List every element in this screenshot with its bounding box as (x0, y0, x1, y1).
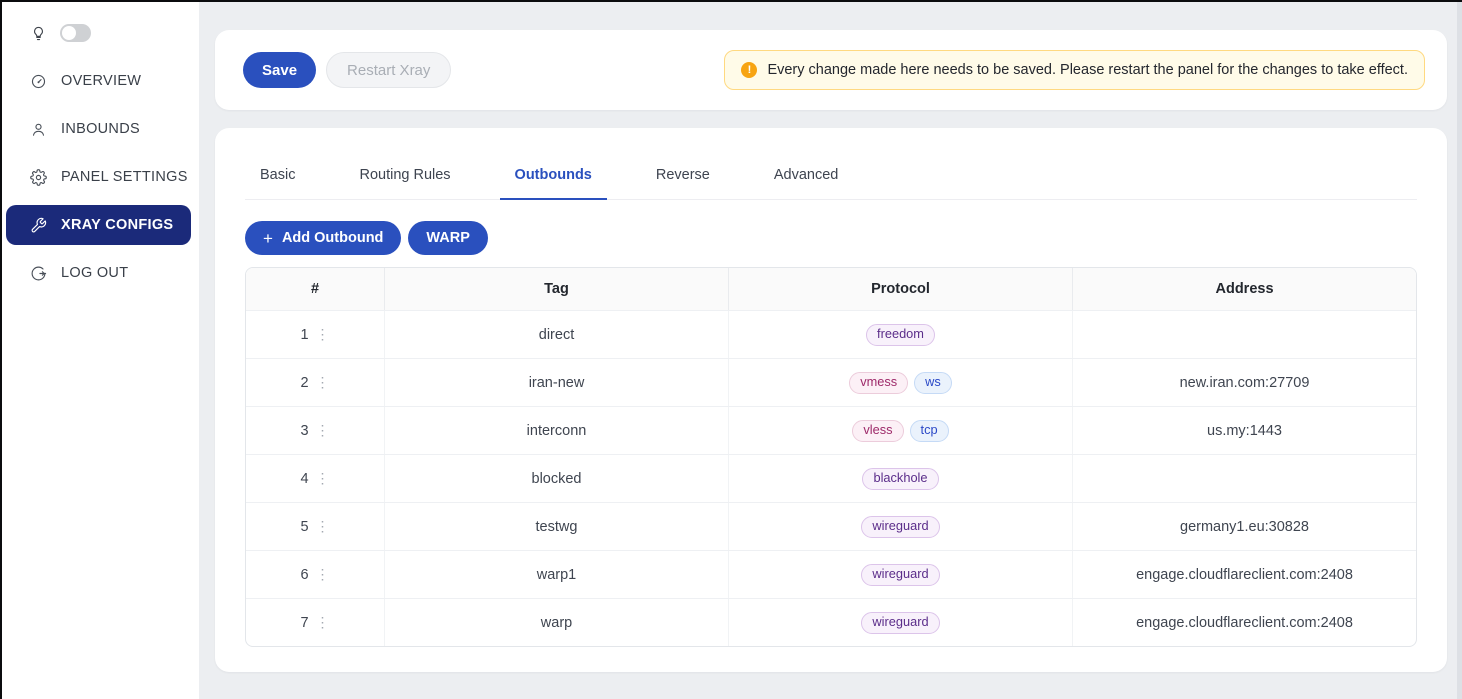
outbound-tag: iran-new (385, 359, 729, 406)
logout-icon (30, 265, 47, 282)
row-index: 1 (300, 327, 308, 343)
sidebar-item-label: XRAY CONFIGS (61, 217, 173, 233)
sidebar-item-label: INBOUNDS (61, 121, 140, 137)
column-header-tag: Tag (385, 268, 729, 310)
add-outbound-button[interactable]: + Add Outbound (245, 221, 401, 255)
alert-text: Every change made here needs to be saved… (767, 62, 1408, 78)
row-index: 2 (300, 375, 308, 391)
row-index: 5 (300, 519, 308, 535)
toggle-knob (62, 26, 76, 40)
protocol-badge: wireguard (861, 516, 939, 538)
outbound-tag: warp (385, 599, 729, 646)
row-menu-icon[interactable]: ⋮ (316, 471, 330, 485)
sidebar-item-label: OVERVIEW (61, 73, 141, 89)
sidebar-item-inbounds[interactable]: INBOUNDS (6, 109, 191, 149)
transport-badge: ws (914, 372, 952, 394)
table-row: 2 ⋮ iran-new vmessws new.iran.com:27709 (246, 358, 1416, 406)
sidebar-nav: OVERVIEW INBOUNDS PANEL SETTINGS XRAY CO… (6, 61, 191, 293)
table-row: 4 ⋮ blocked blackhole (246, 454, 1416, 502)
dashboard-icon (30, 73, 47, 90)
row-index: 6 (300, 567, 308, 583)
column-header-index: # (246, 268, 385, 310)
window-left-edge (0, 0, 2, 699)
outbound-address (1073, 455, 1416, 502)
table-row: 3 ⋮ interconn vless tcp us.my:1443 (246, 406, 1416, 454)
theme-toggle[interactable] (60, 24, 91, 42)
table-header-row: # Tag Protocol Address (246, 268, 1416, 310)
table-row: 1 ⋮ direct freedom (246, 310, 1416, 358)
tab-outbounds[interactable]: Outbounds (500, 150, 607, 200)
sidebar-item-overview[interactable]: OVERVIEW (6, 61, 191, 101)
transport-badge: tcp (910, 420, 949, 442)
tab-basic[interactable]: Basic (245, 150, 310, 200)
warning-icon: ! (741, 62, 757, 78)
theme-toggle-row (30, 24, 91, 42)
outbound-address: new.iran.com:27709 (1073, 359, 1416, 406)
save-warning-alert: ! Every change made here needs to be sav… (724, 50, 1425, 90)
row-menu-icon[interactable]: ⋮ (316, 567, 330, 581)
sidebar: OVERVIEW INBOUNDS PANEL SETTINGS XRAY CO… (0, 0, 199, 699)
restart-xray-button[interactable]: Restart Xray (326, 52, 451, 88)
row-index: 7 (300, 615, 308, 631)
row-index: 3 (300, 423, 308, 439)
toolbar-card: Save Restart Xray ! Every change made he… (215, 30, 1447, 110)
row-menu-icon[interactable]: ⋮ (316, 423, 330, 437)
protocol-badge: vmess (849, 372, 908, 394)
add-outbound-label: Add Outbound (282, 230, 383, 246)
protocol-badge: freedom (866, 324, 935, 346)
outbound-address: us.my:1443 (1073, 407, 1416, 454)
gear-icon (30, 169, 47, 186)
sidebar-item-log-out[interactable]: LOG OUT (6, 253, 191, 293)
main-content: Save Restart Xray ! Every change made he… (199, 0, 1462, 699)
outbound-tag: blocked (385, 455, 729, 502)
outbound-address: engage.cloudflareclient.com:2408 (1073, 551, 1416, 598)
tab-advanced[interactable]: Advanced (759, 150, 854, 200)
outbound-tag: direct (385, 311, 729, 358)
row-menu-icon[interactable]: ⋮ (316, 375, 330, 389)
column-header-address: Address (1073, 268, 1416, 310)
warp-button[interactable]: WARP (408, 221, 488, 255)
outbound-address: germany1.eu:30828 (1073, 503, 1416, 550)
outbound-address (1073, 311, 1416, 358)
row-index: 4 (300, 471, 308, 487)
save-button[interactable]: Save (243, 52, 316, 88)
wrench-icon (30, 217, 47, 234)
sidebar-item-label: PANEL SETTINGS (61, 169, 188, 185)
lightbulb-icon (30, 25, 47, 42)
protocol-badge: wireguard (861, 564, 939, 586)
tab-routing-rules[interactable]: Routing Rules (344, 150, 465, 200)
protocol-badge: vless (852, 420, 903, 442)
row-menu-icon[interactable]: ⋮ (316, 615, 330, 629)
sidebar-item-label: LOG OUT (61, 265, 128, 281)
sidebar-item-panel-settings[interactable]: PANEL SETTINGS (6, 157, 191, 197)
protocol-badge: wireguard (861, 612, 939, 634)
row-menu-icon[interactable]: ⋮ (316, 519, 330, 533)
outbound-tag: testwg (385, 503, 729, 550)
tab-reverse[interactable]: Reverse (641, 150, 725, 200)
row-menu-icon[interactable]: ⋮ (316, 327, 330, 341)
window-top-edge (0, 0, 1462, 2)
outbound-address: engage.cloudflareclient.com:2408 (1073, 599, 1416, 646)
table-row: 7 ⋮ warp wireguard engage.cloudflareclien… (246, 598, 1416, 646)
protocol-badge: blackhole (862, 468, 938, 490)
outbound-tag: warp1 (385, 551, 729, 598)
table-row: 5 ⋮ testwg wireguard germany1.eu:30828 (246, 502, 1416, 550)
plus-icon: + (263, 230, 273, 247)
tab-bar: Basic Routing Rules Outbounds Reverse Ad… (245, 150, 1417, 200)
sidebar-item-xray-configs[interactable]: XRAY CONFIGS (6, 205, 191, 245)
column-header-protocol: Protocol (729, 268, 1073, 310)
xray-configs-card: Basic Routing Rules Outbounds Reverse Ad… (215, 128, 1447, 672)
user-icon (30, 121, 47, 138)
outbound-tag: interconn (385, 407, 729, 454)
table-actions: + Add Outbound WARP (245, 221, 1417, 255)
table-row: 6 ⋮ warp1 wireguard engage.cloudflareclie… (246, 550, 1416, 598)
outbounds-table: # Tag Protocol Address 1 ⋮ direct freedom… (245, 267, 1417, 647)
scrollbar[interactable] (1457, 2, 1462, 699)
